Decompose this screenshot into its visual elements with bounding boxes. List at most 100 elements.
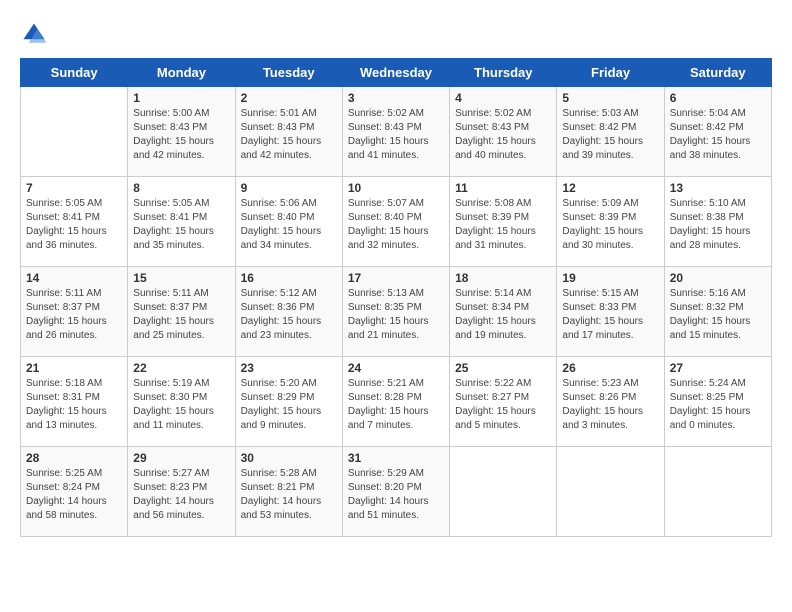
cell-info: Sunrise: 5:09 AMSunset: 8:39 PMDaylight:…	[562, 197, 658, 253]
cell-info: Sunrise: 5:00 AMSunset: 8:43 PMDaylight:…	[133, 107, 229, 163]
calendar-cell	[21, 87, 128, 177]
calendar-cell: 20 Sunrise: 5:16 AMSunset: 8:32 PMDaylig…	[664, 267, 771, 357]
day-number: 23	[241, 361, 337, 375]
day-number: 12	[562, 181, 658, 195]
calendar-cell: 13 Sunrise: 5:10 AMSunset: 8:38 PMDaylig…	[664, 177, 771, 267]
day-number: 4	[455, 91, 551, 105]
cell-info: Sunrise: 5:10 AMSunset: 8:38 PMDaylight:…	[670, 197, 766, 253]
col-header-thursday: Thursday	[450, 59, 557, 87]
day-number: 18	[455, 271, 551, 285]
cell-info: Sunrise: 5:06 AMSunset: 8:40 PMDaylight:…	[241, 197, 337, 253]
calendar-cell: 16 Sunrise: 5:12 AMSunset: 8:36 PMDaylig…	[235, 267, 342, 357]
day-number: 14	[26, 271, 122, 285]
day-number: 29	[133, 451, 229, 465]
day-number: 22	[133, 361, 229, 375]
calendar-cell: 10 Sunrise: 5:07 AMSunset: 8:40 PMDaylig…	[342, 177, 449, 267]
cell-info: Sunrise: 5:03 AMSunset: 8:42 PMDaylight:…	[562, 107, 658, 163]
calendar-cell	[557, 447, 664, 537]
cell-info: Sunrise: 5:24 AMSunset: 8:25 PMDaylight:…	[670, 377, 766, 433]
cell-info: Sunrise: 5:16 AMSunset: 8:32 PMDaylight:…	[670, 287, 766, 343]
calendar-cell: 15 Sunrise: 5:11 AMSunset: 8:37 PMDaylig…	[128, 267, 235, 357]
day-number: 5	[562, 91, 658, 105]
calendar-cell: 11 Sunrise: 5:08 AMSunset: 8:39 PMDaylig…	[450, 177, 557, 267]
cell-info: Sunrise: 5:12 AMSunset: 8:36 PMDaylight:…	[241, 287, 337, 343]
cell-info: Sunrise: 5:18 AMSunset: 8:31 PMDaylight:…	[26, 377, 122, 433]
calendar-cell: 24 Sunrise: 5:21 AMSunset: 8:28 PMDaylig…	[342, 357, 449, 447]
cell-info: Sunrise: 5:11 AMSunset: 8:37 PMDaylight:…	[26, 287, 122, 343]
week-row-2: 7 Sunrise: 5:05 AMSunset: 8:41 PMDayligh…	[21, 177, 772, 267]
day-number: 7	[26, 181, 122, 195]
day-number: 30	[241, 451, 337, 465]
calendar-cell: 5 Sunrise: 5:03 AMSunset: 8:42 PMDayligh…	[557, 87, 664, 177]
cell-info: Sunrise: 5:02 AMSunset: 8:43 PMDaylight:…	[348, 107, 444, 163]
col-header-monday: Monday	[128, 59, 235, 87]
week-row-3: 14 Sunrise: 5:11 AMSunset: 8:37 PMDaylig…	[21, 267, 772, 357]
cell-info: Sunrise: 5:08 AMSunset: 8:39 PMDaylight:…	[455, 197, 551, 253]
logo-icon	[20, 20, 48, 48]
cell-info: Sunrise: 5:21 AMSunset: 8:28 PMDaylight:…	[348, 377, 444, 433]
calendar-cell: 17 Sunrise: 5:13 AMSunset: 8:35 PMDaylig…	[342, 267, 449, 357]
day-number: 31	[348, 451, 444, 465]
day-number: 27	[670, 361, 766, 375]
calendar-cell: 28 Sunrise: 5:25 AMSunset: 8:24 PMDaylig…	[21, 447, 128, 537]
cell-info: Sunrise: 5:25 AMSunset: 8:24 PMDaylight:…	[26, 467, 122, 523]
calendar-cell: 31 Sunrise: 5:29 AMSunset: 8:20 PMDaylig…	[342, 447, 449, 537]
day-number: 13	[670, 181, 766, 195]
day-number: 28	[26, 451, 122, 465]
page-header	[20, 20, 772, 48]
day-number: 20	[670, 271, 766, 285]
calendar-cell: 26 Sunrise: 5:23 AMSunset: 8:26 PMDaylig…	[557, 357, 664, 447]
cell-info: Sunrise: 5:04 AMSunset: 8:42 PMDaylight:…	[670, 107, 766, 163]
calendar-cell: 23 Sunrise: 5:20 AMSunset: 8:29 PMDaylig…	[235, 357, 342, 447]
logo	[20, 20, 52, 48]
day-number: 17	[348, 271, 444, 285]
day-number: 10	[348, 181, 444, 195]
calendar-cell: 8 Sunrise: 5:05 AMSunset: 8:41 PMDayligh…	[128, 177, 235, 267]
calendar-cell	[450, 447, 557, 537]
calendar-cell: 2 Sunrise: 5:01 AMSunset: 8:43 PMDayligh…	[235, 87, 342, 177]
day-number: 3	[348, 91, 444, 105]
calendar-cell: 14 Sunrise: 5:11 AMSunset: 8:37 PMDaylig…	[21, 267, 128, 357]
header-row: SundayMondayTuesdayWednesdayThursdayFrid…	[21, 59, 772, 87]
calendar-cell: 25 Sunrise: 5:22 AMSunset: 8:27 PMDaylig…	[450, 357, 557, 447]
week-row-1: 1 Sunrise: 5:00 AMSunset: 8:43 PMDayligh…	[21, 87, 772, 177]
calendar-cell: 4 Sunrise: 5:02 AMSunset: 8:43 PMDayligh…	[450, 87, 557, 177]
cell-info: Sunrise: 5:28 AMSunset: 8:21 PMDaylight:…	[241, 467, 337, 523]
cell-info: Sunrise: 5:19 AMSunset: 8:30 PMDaylight:…	[133, 377, 229, 433]
cell-info: Sunrise: 5:05 AMSunset: 8:41 PMDaylight:…	[26, 197, 122, 253]
calendar-cell: 21 Sunrise: 5:18 AMSunset: 8:31 PMDaylig…	[21, 357, 128, 447]
day-number: 26	[562, 361, 658, 375]
day-number: 9	[241, 181, 337, 195]
calendar-cell: 9 Sunrise: 5:06 AMSunset: 8:40 PMDayligh…	[235, 177, 342, 267]
week-row-4: 21 Sunrise: 5:18 AMSunset: 8:31 PMDaylig…	[21, 357, 772, 447]
calendar-cell: 27 Sunrise: 5:24 AMSunset: 8:25 PMDaylig…	[664, 357, 771, 447]
cell-info: Sunrise: 5:29 AMSunset: 8:20 PMDaylight:…	[348, 467, 444, 523]
col-header-sunday: Sunday	[21, 59, 128, 87]
calendar-cell: 29 Sunrise: 5:27 AMSunset: 8:23 PMDaylig…	[128, 447, 235, 537]
cell-info: Sunrise: 5:23 AMSunset: 8:26 PMDaylight:…	[562, 377, 658, 433]
calendar-cell: 30 Sunrise: 5:28 AMSunset: 8:21 PMDaylig…	[235, 447, 342, 537]
day-number: 1	[133, 91, 229, 105]
calendar-cell: 7 Sunrise: 5:05 AMSunset: 8:41 PMDayligh…	[21, 177, 128, 267]
cell-info: Sunrise: 5:13 AMSunset: 8:35 PMDaylight:…	[348, 287, 444, 343]
calendar-cell: 1 Sunrise: 5:00 AMSunset: 8:43 PMDayligh…	[128, 87, 235, 177]
calendar-cell: 18 Sunrise: 5:14 AMSunset: 8:34 PMDaylig…	[450, 267, 557, 357]
day-number: 6	[670, 91, 766, 105]
calendar-cell: 19 Sunrise: 5:15 AMSunset: 8:33 PMDaylig…	[557, 267, 664, 357]
cell-info: Sunrise: 5:20 AMSunset: 8:29 PMDaylight:…	[241, 377, 337, 433]
calendar-table: SundayMondayTuesdayWednesdayThursdayFrid…	[20, 58, 772, 537]
calendar-cell	[664, 447, 771, 537]
cell-info: Sunrise: 5:02 AMSunset: 8:43 PMDaylight:…	[455, 107, 551, 163]
calendar-cell: 22 Sunrise: 5:19 AMSunset: 8:30 PMDaylig…	[128, 357, 235, 447]
day-number: 15	[133, 271, 229, 285]
cell-info: Sunrise: 5:05 AMSunset: 8:41 PMDaylight:…	[133, 197, 229, 253]
day-number: 21	[26, 361, 122, 375]
day-number: 8	[133, 181, 229, 195]
cell-info: Sunrise: 5:27 AMSunset: 8:23 PMDaylight:…	[133, 467, 229, 523]
day-number: 25	[455, 361, 551, 375]
week-row-5: 28 Sunrise: 5:25 AMSunset: 8:24 PMDaylig…	[21, 447, 772, 537]
col-header-friday: Friday	[557, 59, 664, 87]
calendar-cell: 12 Sunrise: 5:09 AMSunset: 8:39 PMDaylig…	[557, 177, 664, 267]
calendar-cell: 6 Sunrise: 5:04 AMSunset: 8:42 PMDayligh…	[664, 87, 771, 177]
cell-info: Sunrise: 5:01 AMSunset: 8:43 PMDaylight:…	[241, 107, 337, 163]
